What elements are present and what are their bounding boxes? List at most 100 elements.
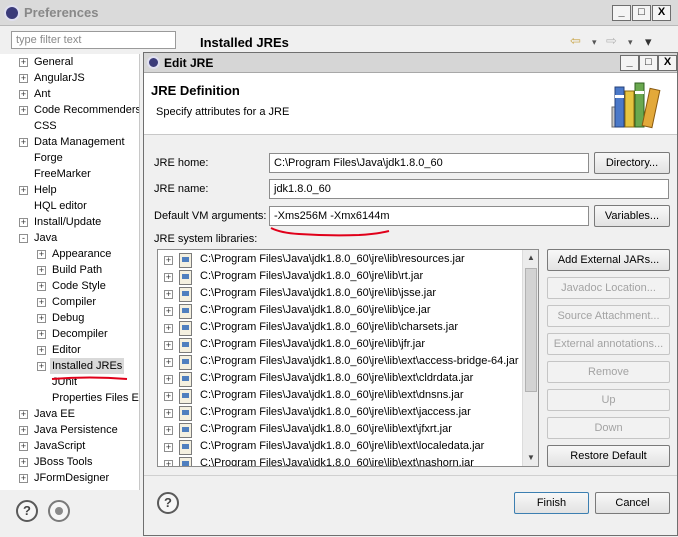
expand-icon[interactable]: + — [164, 426, 173, 435]
expand-icon[interactable]: + — [164, 307, 173, 316]
expand-icon[interactable]: + — [37, 266, 46, 275]
tree-item[interactable]: + Decompiler — [0, 326, 139, 342]
close-button[interactable]: X — [652, 5, 671, 21]
expand-icon[interactable]: + — [37, 362, 46, 371]
expand-icon[interactable]: + — [37, 330, 46, 339]
expand-icon[interactable]: + — [164, 443, 173, 452]
expand-icon[interactable]: + — [19, 74, 28, 83]
forward-arrow-icon[interactable]: ⇨ — [606, 33, 617, 49]
tree-item[interactable]: FreeMarker — [0, 166, 139, 182]
scroll-up-icon[interactable]: ▲ — [523, 250, 538, 266]
finish-button[interactable]: Finish — [514, 492, 589, 514]
directory-button[interactable]: Directory... — [594, 152, 670, 174]
expand-icon[interactable]: + — [37, 250, 46, 259]
expand-icon[interactable]: + — [164, 460, 173, 466]
import-export-icon[interactable] — [48, 500, 70, 522]
tree-item[interactable]: + General — [0, 54, 139, 70]
minimize-button[interactable]: _ — [620, 55, 639, 71]
close-button[interactable]: X — [658, 55, 677, 71]
add-external-jars-button[interactable]: Add External JARs... — [547, 249, 670, 271]
expand-icon[interactable]: + — [19, 138, 28, 147]
help-icon[interactable]: ? — [157, 492, 179, 514]
tree-item[interactable]: + Java Persistence — [0, 422, 139, 438]
cancel-button[interactable]: Cancel — [595, 492, 670, 514]
expand-icon[interactable]: + — [19, 90, 28, 99]
tree-item[interactable]: + JavaScript — [0, 438, 139, 454]
libraries-scrollbar[interactable]: ▲ ▼ — [522, 250, 538, 466]
tree-item[interactable]: + Build Path — [0, 262, 139, 278]
down-button[interactable]: Down — [547, 417, 670, 439]
view-menu-icon[interactable]: ▾ — [645, 34, 652, 50]
expand-icon[interactable]: + — [164, 256, 173, 265]
tree-item[interactable]: + JBoss Tools — [0, 454, 139, 470]
library-row[interactable]: + C:\Program Files\Java\jdk1.8.0_60\jre\l… — [158, 405, 522, 422]
expand-icon[interactable]: + — [164, 409, 173, 418]
expand-icon[interactable]: + — [164, 273, 173, 282]
library-row[interactable]: + C:\Program Files\Java\jdk1.8.0_60\jre\l… — [158, 422, 522, 439]
minimize-button[interactable]: _ — [612, 5, 631, 21]
library-row[interactable]: + C:\Program Files\Java\jdk1.8.0_60\jre\l… — [158, 388, 522, 405]
expand-icon[interactable]: + — [19, 426, 28, 435]
library-row[interactable]: + C:\Program Files\Java\jdk1.8.0_60\jre\l… — [158, 320, 522, 337]
expand-icon[interactable]: + — [37, 282, 46, 291]
tree-item[interactable]: Properties Files Ed — [0, 390, 139, 406]
expand-icon[interactable]: + — [19, 410, 28, 419]
preferences-tree[interactable]: + General + AngularJS + Ant + Code Recommenders… — [0, 54, 140, 490]
tree-item[interactable]: + Appearance — [0, 246, 139, 262]
tree-item[interactable]: + Install/Update — [0, 214, 139, 230]
tree-item[interactable]: + Ant — [0, 86, 139, 102]
tree-item[interactable]: + JFormDesigner — [0, 470, 139, 486]
expand-icon[interactable]: + — [164, 358, 173, 367]
expand-icon[interactable]: + — [19, 58, 28, 67]
tree-item[interactable]: - Java — [0, 230, 139, 246]
source-attachment-button[interactable]: Source Attachment... — [547, 305, 670, 327]
restore-default-button[interactable]: Restore Default — [547, 445, 670, 467]
up-button[interactable]: Up — [547, 389, 670, 411]
javadoc-location-button[interactable]: Javadoc Location... — [547, 277, 670, 299]
tree-item[interactable]: Forge — [0, 150, 139, 166]
tree-item[interactable]: + Data Management — [0, 134, 139, 150]
remove-button[interactable]: Remove — [547, 361, 670, 383]
expand-icon[interactable]: + — [19, 218, 28, 227]
tree-item[interactable]: + Debug — [0, 310, 139, 326]
tree-item[interactable]: CSS — [0, 118, 139, 134]
library-row[interactable]: + C:\Program Files\Java\jdk1.8.0_60\jre\l… — [158, 252, 522, 269]
expand-icon[interactable]: + — [19, 442, 28, 451]
jre-home-field[interactable]: C:\Program Files\Java\jdk1.8.0_60 — [269, 153, 589, 173]
tree-item[interactable]: + Code Recommenders — [0, 102, 139, 118]
maximize-button[interactable]: □ — [639, 55, 658, 71]
back-arrow-icon[interactable]: ⇦ — [570, 33, 581, 49]
tree-item[interactable]: + AngularJS — [0, 70, 139, 86]
external-annotations-button[interactable]: External annotations... — [547, 333, 670, 355]
library-row[interactable]: + C:\Program Files\Java\jdk1.8.0_60\jre\l… — [158, 439, 522, 456]
expand-icon[interactable]: + — [37, 298, 46, 307]
collapse-icon[interactable]: - — [19, 234, 28, 243]
expand-icon[interactable]: + — [19, 458, 28, 467]
expand-icon[interactable]: + — [164, 324, 173, 333]
tree-item[interactable]: + Installed JREs — [0, 358, 139, 374]
maximize-button[interactable]: □ — [632, 5, 651, 21]
jre-name-field[interactable]: jdk1.8.0_60 — [269, 179, 669, 199]
library-row[interactable]: + C:\Program Files\Java\jdk1.8.0_60\jre\l… — [158, 371, 522, 388]
library-row[interactable]: + C:\Program Files\Java\jdk1.8.0_60\jre\l… — [158, 354, 522, 371]
expand-icon[interactable]: + — [37, 346, 46, 355]
tree-item[interactable]: + Editor — [0, 342, 139, 358]
library-row[interactable]: + C:\Program Files\Java\jdk1.8.0_60\jre\l… — [158, 337, 522, 354]
tree-item[interactable]: + Code Style — [0, 278, 139, 294]
expand-icon[interactable]: + — [37, 314, 46, 323]
chevron-down-icon[interactable]: ▾ — [628, 37, 633, 48]
expand-icon[interactable]: + — [164, 375, 173, 384]
scroll-down-icon[interactable]: ▼ — [523, 450, 538, 466]
tree-item[interactable]: + Java EE — [0, 406, 139, 422]
scroll-thumb[interactable] — [525, 268, 537, 392]
library-row[interactable]: + C:\Program Files\Java\jdk1.8.0_60\jre\l… — [158, 286, 522, 303]
system-libraries-list[interactable]: + C:\Program Files\Java\jdk1.8.0_60\jre\l… — [157, 249, 539, 467]
help-icon[interactable]: ? — [16, 500, 38, 522]
library-row[interactable]: + C:\Program Files\Java\jdk1.8.0_60\jre\l… — [158, 303, 522, 320]
vm-arguments-field[interactable]: -Xms256M -Xmx6144m — [269, 206, 589, 226]
chevron-down-icon[interactable]: ▾ — [592, 37, 597, 48]
expand-icon[interactable]: + — [19, 186, 28, 195]
expand-icon[interactable]: + — [19, 474, 28, 483]
tree-item[interactable]: HQL editor — [0, 198, 139, 214]
expand-icon[interactable]: + — [164, 392, 173, 401]
